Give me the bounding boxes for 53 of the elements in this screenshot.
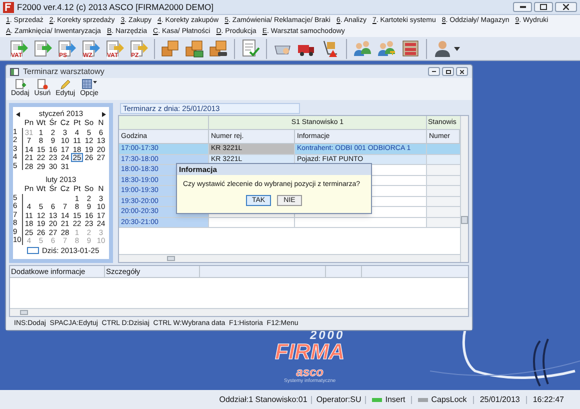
document-remove-icon [36,79,48,90]
people-icon [353,39,372,58]
horizontal-scrollbar[interactable] [10,308,468,316]
window-title: Terminarz warsztatowy [23,66,104,78]
checklist-button[interactable] [240,38,261,59]
document-check-icon [241,39,260,58]
boxes-icon [161,39,180,58]
pencil-icon [60,79,71,90]
window-title: F2000 ver.4.12 (c) 2013 ASCO [FIRMA2000 DEMO] [17,0,214,14]
restore-icon [540,4,547,10]
maximize-button[interactable] [534,2,553,12]
close-button[interactable] [555,2,577,12]
close-button[interactable] [456,67,468,76]
people-button[interactable] [352,38,373,59]
boxes-icon [209,39,228,58]
document-add-icon [14,79,26,90]
status-operator: Operator:SU [312,396,366,404]
brand-logo: asco [296,366,324,378]
minimize-button[interactable] [513,2,532,12]
indicator-label: CapsLock [431,396,467,404]
app-logo-icon [3,2,14,12]
logo-number: 2000 [310,329,345,341]
maximize-button[interactable] [442,67,454,76]
shelves-icon [401,39,420,58]
boxes-button[interactable] [160,38,181,59]
minimize-icon [520,6,526,8]
minimize-button[interactable] [428,67,440,76]
caret-icon [454,46,460,50]
user-menu-button[interactable] [432,38,462,59]
maximize-icon [446,70,450,74]
horizontal-scrollbar[interactable] [119,254,460,262]
previous-month-icon[interactable] [16,112,20,116]
grid-options-icon [82,79,97,90]
shelves-button[interactable] [400,38,421,59]
logo-word: FIRMA [275,341,345,363]
today-marker-icon [27,246,39,254]
boxes-button[interactable] [208,38,229,59]
boxes-icon [185,39,204,58]
vertical-scrollbar[interactable] [460,116,468,262]
cart-icon [321,39,340,58]
minimize-icon [432,71,436,72]
status-branch: Oddział:1 Stanowisko:01 [215,396,312,404]
people-key-icon [377,39,396,58]
close-icon [460,70,464,74]
status-date: 25/01/2013 [474,396,527,404]
window-icon [10,68,19,76]
status-time: 16:22:47 [532,396,565,404]
people-key-button[interactable] [376,38,397,59]
next-month-icon[interactable] [102,112,106,116]
boxes-button[interactable] [184,38,205,59]
close-icon [563,4,569,10]
indicator-label: Insert [385,396,406,404]
user-icon [434,39,451,58]
